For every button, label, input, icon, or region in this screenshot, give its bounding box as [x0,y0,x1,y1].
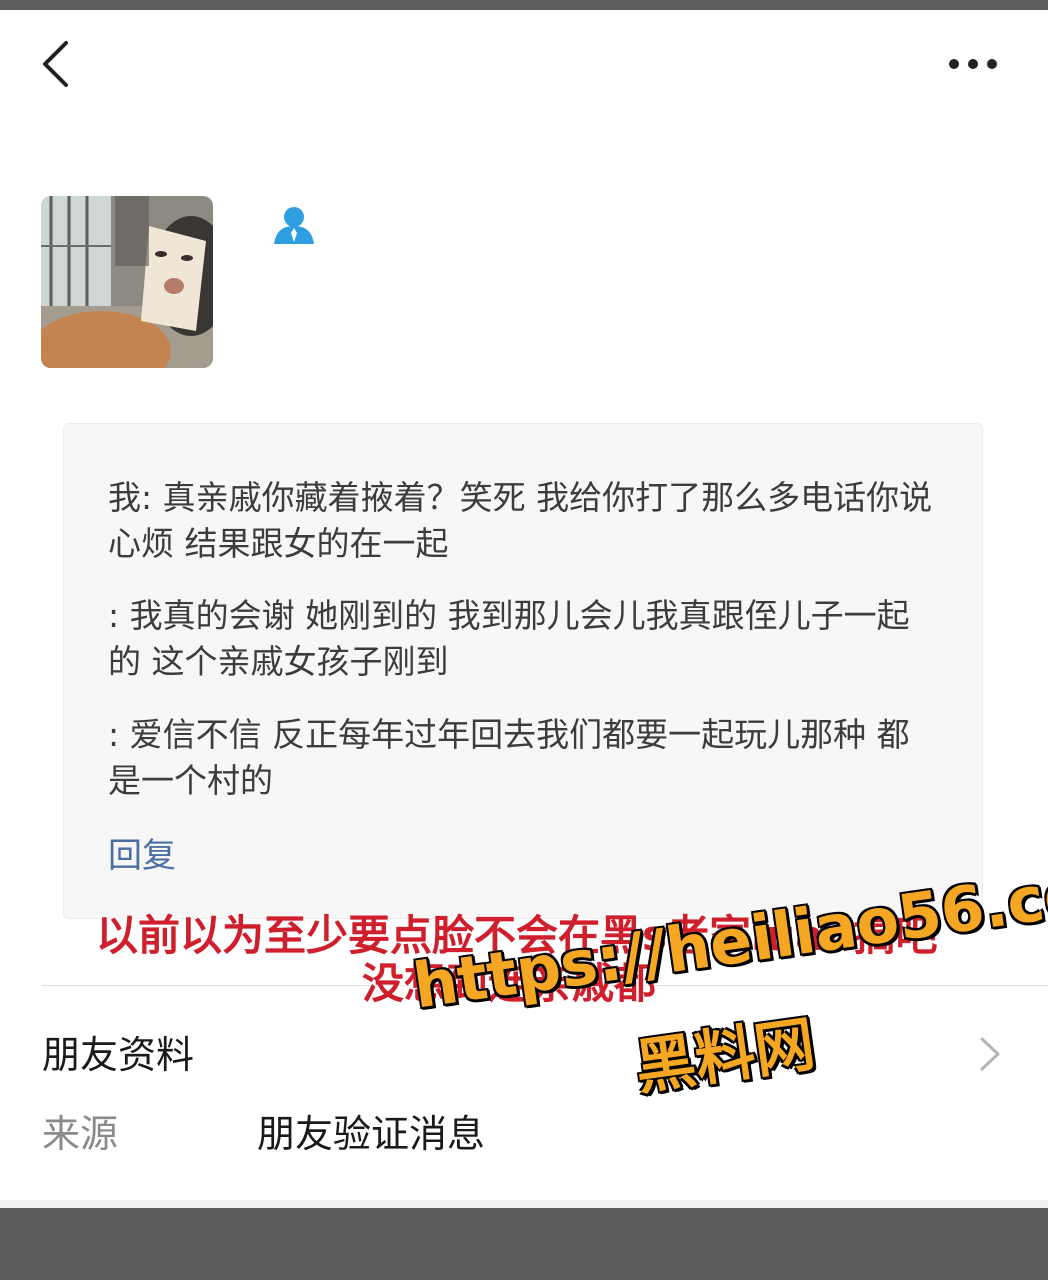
reply-link[interactable]: 回复 [108,834,176,878]
chevron-right-icon [980,1037,1000,1071]
source-value: 朋友验证消息 [257,1112,486,1156]
avatar[interactable] [41,196,213,368]
user-contact-icon [274,207,314,244]
user-contact-badge [272,204,316,246]
message-line: : 我真的会谢 她刚到的 我到那儿会儿我真跟侄儿子一起的 这个亲戚女孩子刚到 [108,596,910,681]
chevron-left-icon [43,41,68,87]
bottom-bar [0,1208,1048,1280]
friend-profile-label: 朋友资料 [42,1033,195,1077]
friend-profile-row[interactable]: 朋友资料 [0,1010,1048,1100]
back-button[interactable] [28,34,88,94]
avatar-photo [41,196,213,368]
more-button[interactable] [938,40,1010,86]
message-line: 我: 真亲戚你藏着掖着？笑死 我给你打了那么多电话你说心烦 结果跟女的在一起 [108,478,933,563]
message-card: 我: 真亲戚你藏着掖着？笑死 我给你打了那么多电话你说心烦 结果跟女的在一起 :… [63,423,983,919]
source-label: 来源 [42,1112,119,1156]
bottom-spacer [0,1200,1048,1208]
status-bar-strip [0,0,1048,10]
more-horizontal-icon [949,59,997,69]
message-line: : 爱信不信 反正每年过年回去我们都要一起玩儿那种 都是一个村的 [108,715,910,800]
